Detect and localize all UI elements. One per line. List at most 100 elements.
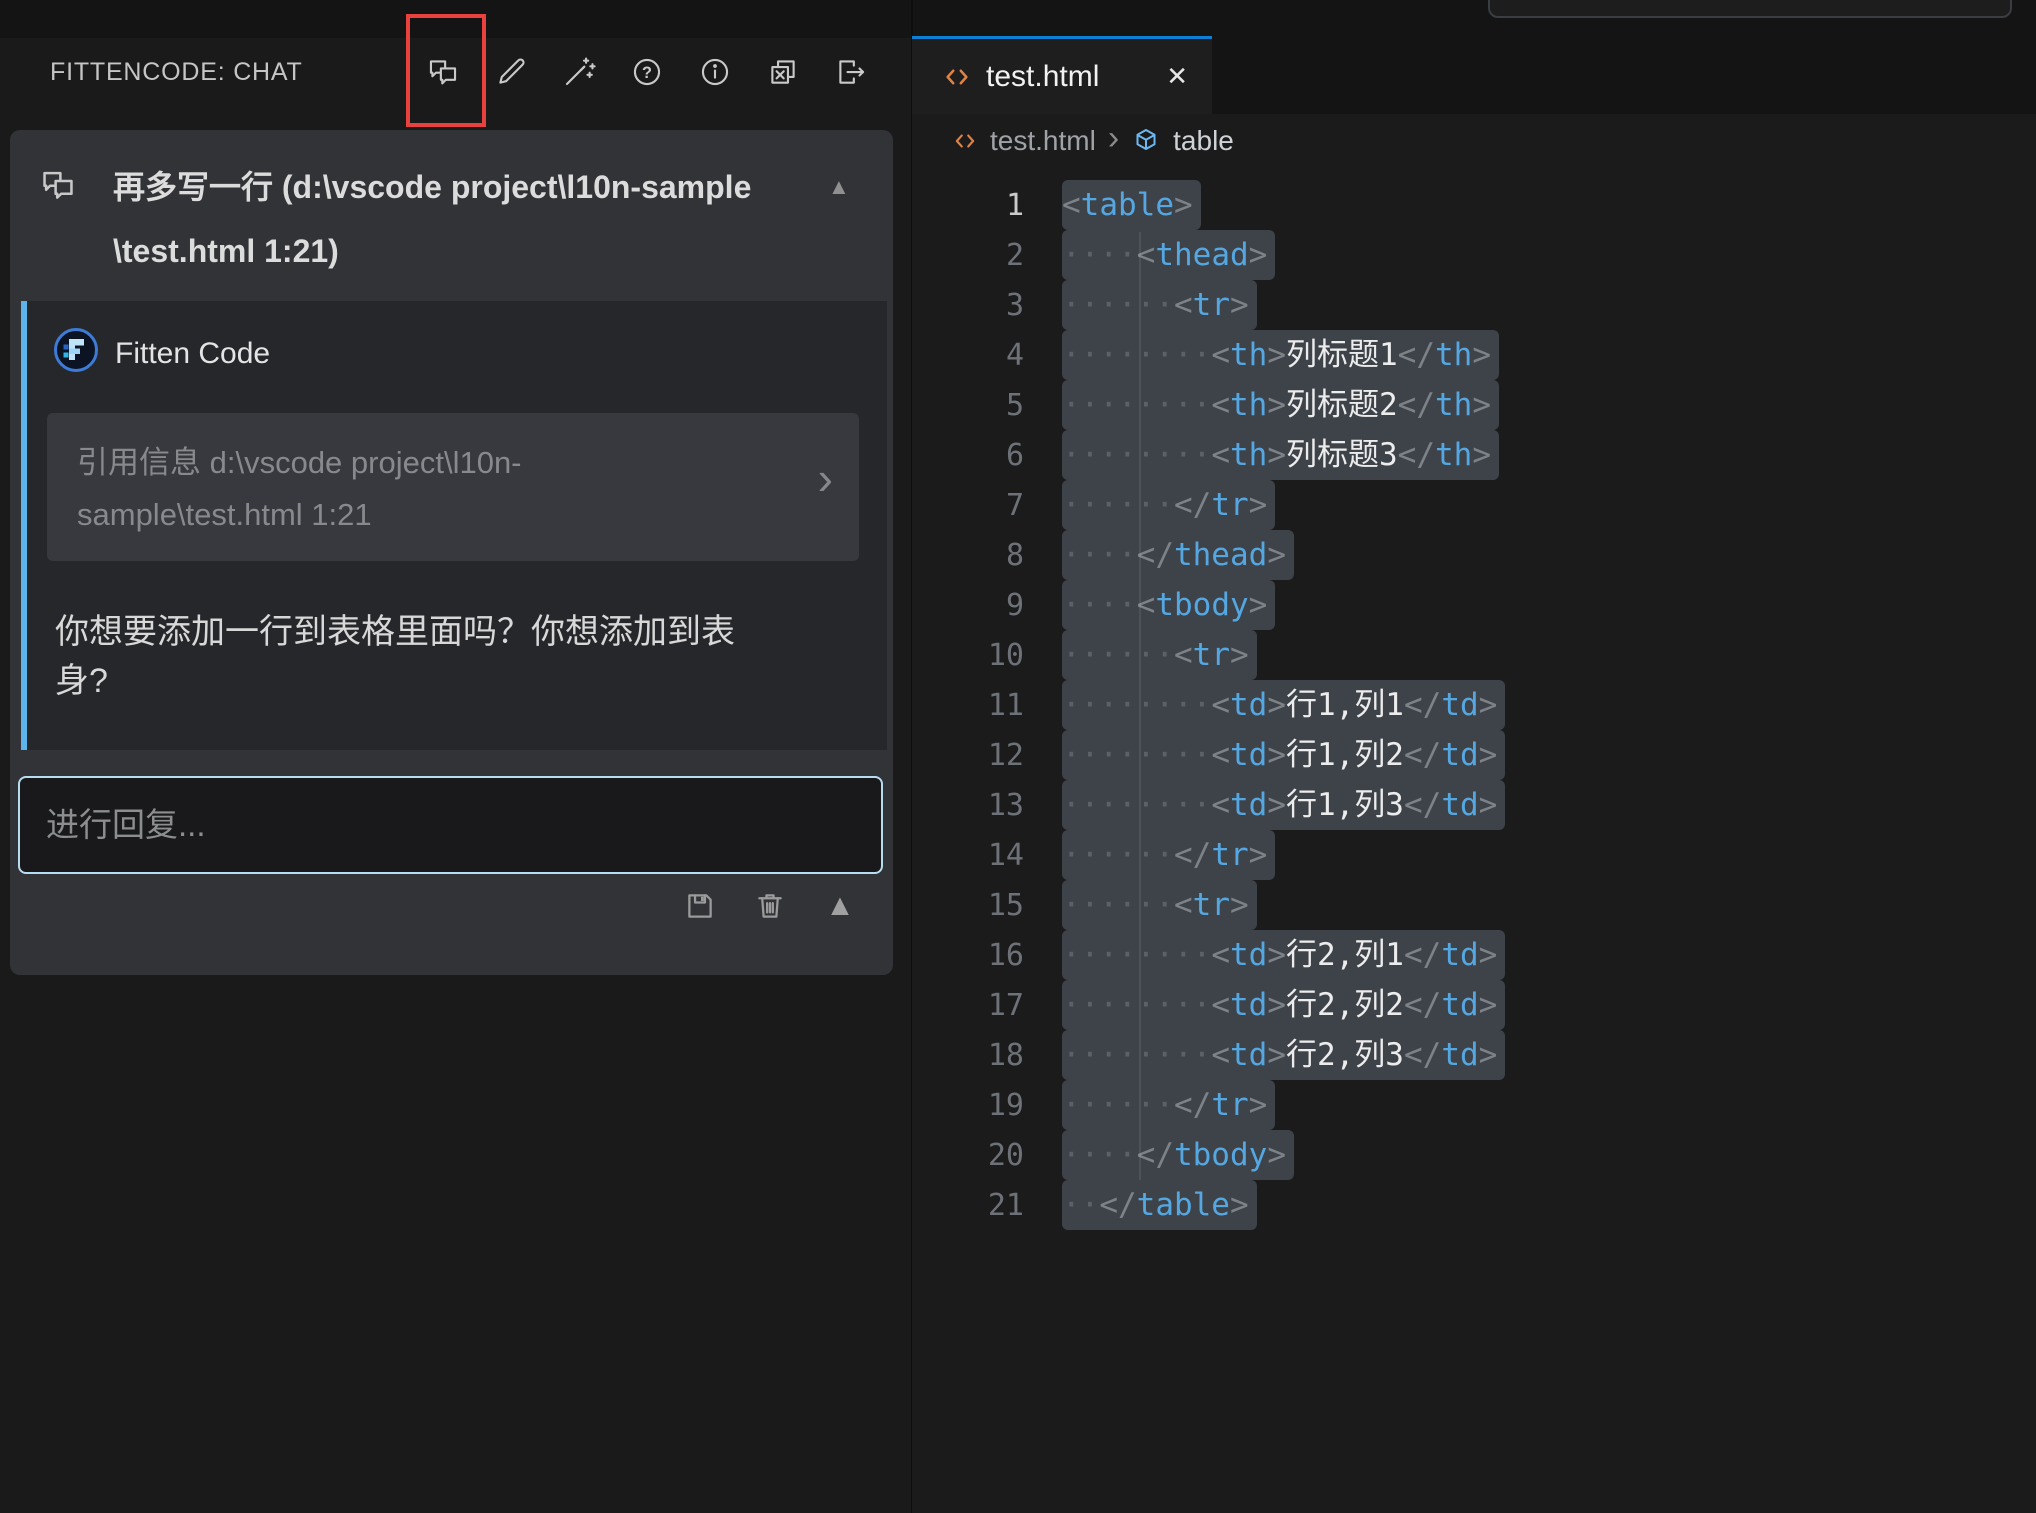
line-number: 20 bbox=[912, 1138, 1024, 1173]
code-text: ····</tbody> bbox=[1062, 1130, 1294, 1180]
whitespace-dots: ········ bbox=[1062, 687, 1211, 723]
save-chat-button[interactable] bbox=[682, 888, 718, 924]
code-text: ······</tr> bbox=[1062, 480, 1275, 530]
whitespace-dots: ···· bbox=[1062, 237, 1137, 273]
reference-info-text: 引用信息 d:\vscode project\l10n- sample\test… bbox=[77, 437, 737, 541]
wand-icon bbox=[562, 55, 596, 89]
assistant-name: Fitten Code bbox=[115, 337, 270, 371]
help-button[interactable]: ? bbox=[629, 54, 665, 90]
code-line[interactable]: 7 ······</tr> bbox=[912, 480, 2036, 530]
whitespace-dots: ···· bbox=[1062, 537, 1137, 573]
code-lines: 1<table>2····<thead>3······<tr>4········… bbox=[912, 180, 2036, 1230]
line-number: 2 bbox=[912, 238, 1024, 273]
code-line[interactable]: 21··</table> bbox=[912, 1180, 2036, 1230]
code-line[interactable]: 3······<tr> bbox=[912, 280, 2036, 330]
breadcrumb: test.html › table bbox=[912, 114, 2036, 168]
sidebar-title: FITTENCODE: CHAT bbox=[50, 58, 303, 87]
line-number: 7 bbox=[912, 488, 1024, 523]
svg-text:?: ? bbox=[642, 64, 652, 82]
submit-triangle-icon: ▲ bbox=[825, 888, 855, 924]
reply-input-box bbox=[18, 776, 883, 874]
code-line[interactable]: 11 ········<td>行1,列1</td> bbox=[912, 680, 2036, 730]
code-line[interactable]: 17········<td>行2,列2</td> bbox=[912, 980, 2036, 1030]
symbol-cube-icon bbox=[1131, 126, 1161, 156]
line-number: 17 bbox=[912, 988, 1024, 1023]
code-line[interactable]: 16········<td>行2,列1</td> bbox=[912, 930, 2036, 980]
indent-guide bbox=[1139, 232, 1141, 1180]
whitespace-dots: ········ bbox=[1062, 337, 1211, 373]
code-text: ······</tr> bbox=[1062, 830, 1275, 880]
tab-test-html[interactable]: test.html ✕ bbox=[912, 36, 1212, 114]
code-line[interactable]: 6········<th>列标题3</th> bbox=[912, 430, 2036, 480]
question-icon: ? bbox=[630, 55, 664, 89]
reference-info-box[interactable]: 引用信息 d:\vscode project\l10n- sample\test… bbox=[47, 413, 859, 561]
line-number: 19 bbox=[912, 1088, 1024, 1123]
code-text: ········<td>行2,列3</td> bbox=[1062, 1030, 1505, 1080]
code-text: ········<td>行1,列1</td> bbox=[1062, 680, 1505, 730]
whitespace-dots: ······ bbox=[1062, 637, 1174, 673]
code-line[interactable]: 2 ····<thead> bbox=[912, 230, 2036, 280]
submit-reply-button[interactable]: ▲ bbox=[822, 888, 858, 924]
html-file-icon bbox=[952, 128, 978, 154]
chevron-right-icon[interactable]: › bbox=[818, 455, 833, 501]
sign-out-button[interactable] bbox=[833, 54, 869, 90]
reply-input[interactable] bbox=[20, 778, 881, 872]
code-line[interactable]: 19 ······</tr> bbox=[912, 1080, 2036, 1130]
tab-close-icon[interactable]: ✕ bbox=[1166, 61, 1188, 92]
code-line[interactable]: 10······<tr> bbox=[912, 630, 2036, 680]
whitespace-dots: ········ bbox=[1062, 987, 1211, 1023]
code-line[interactable]: 12 ········<td>行1,列2</td> bbox=[912, 730, 2036, 780]
trash-icon bbox=[753, 889, 787, 923]
session-title-line2: \test.html 1:21) bbox=[113, 219, 819, 283]
line-number: 13 bbox=[912, 788, 1024, 823]
html-file-icon bbox=[942, 62, 972, 92]
code-line[interactable]: 4 ········<th>列标题1</th> bbox=[912, 330, 2036, 380]
command-center-box[interactable] bbox=[1488, 0, 2012, 18]
code-text: ······</tr> bbox=[1062, 1080, 1275, 1130]
code-line[interactable]: 13 ········<td>行1,列3</td> bbox=[912, 780, 2036, 830]
delete-chat-button[interactable] bbox=[752, 888, 788, 924]
code-text: ····<thead> bbox=[1062, 230, 1275, 280]
tab-label: test.html bbox=[986, 60, 1099, 94]
code-line[interactable]: 18········<td>行2,列3</td> bbox=[912, 1030, 2036, 1080]
code-line[interactable]: 15······<tr> bbox=[912, 880, 2036, 930]
fitten-code-logo-icon bbox=[53, 327, 99, 373]
line-number: 6 bbox=[912, 438, 1024, 473]
whitespace-dots: ······ bbox=[1062, 1087, 1174, 1123]
whitespace-dots: ···· bbox=[1062, 1137, 1137, 1173]
code-line[interactable]: 5········<th>列标题2</th> bbox=[912, 380, 2036, 430]
line-number: 11 bbox=[912, 688, 1024, 723]
breadcrumb-file[interactable]: test.html bbox=[990, 125, 1096, 157]
session-chat-icon bbox=[38, 166, 78, 209]
sign-out-icon bbox=[834, 55, 868, 89]
chat-session-card: 再多写一行 (d:\vscode project\l10n-sample \te… bbox=[10, 130, 893, 975]
code-text: ········<th>列标题2</th> bbox=[1062, 380, 1499, 430]
whitespace-dots: ········ bbox=[1062, 1037, 1211, 1073]
code-line[interactable]: 8 ····</thead> bbox=[912, 530, 2036, 580]
line-number: 8 bbox=[912, 538, 1024, 573]
line-number: 15 bbox=[912, 888, 1024, 923]
line-number: 12 bbox=[912, 738, 1024, 773]
code-text: ········<th>列标题1</th> bbox=[1062, 330, 1499, 380]
session-title[interactable]: 再多写一行 (d:\vscode project\l10n-sample \te… bbox=[113, 155, 819, 283]
edit-button[interactable] bbox=[493, 54, 529, 90]
whitespace-dots: ········ bbox=[1062, 437, 1211, 473]
code-text: ······<tr> bbox=[1062, 630, 1257, 680]
magic-wand-button[interactable] bbox=[561, 54, 597, 90]
code-line[interactable]: 20 ····</tbody> bbox=[912, 1130, 2036, 1180]
code-text: ········<td>行1,列2</td> bbox=[1062, 730, 1505, 780]
info-button[interactable] bbox=[697, 54, 733, 90]
whitespace-dots: ······ bbox=[1062, 887, 1174, 923]
whitespace-dots: ·· bbox=[1062, 1187, 1099, 1223]
close-all-button[interactable] bbox=[765, 54, 801, 90]
code-text: <table> bbox=[1062, 180, 1201, 230]
breadcrumb-symbol[interactable]: table bbox=[1173, 125, 1234, 157]
collapse-session-button[interactable]: ▲ bbox=[828, 174, 850, 200]
code-text: ········<td>行1,列3</td> bbox=[1062, 780, 1505, 830]
code-line[interactable]: 1<table> bbox=[912, 180, 2036, 230]
code-line[interactable]: 9····<tbody> bbox=[912, 580, 2036, 630]
code-line[interactable]: 14······</tr> bbox=[912, 830, 2036, 880]
line-number: 4 bbox=[912, 338, 1024, 373]
breadcrumb-separator-icon: › bbox=[1108, 124, 1119, 152]
code-text: ····</thead> bbox=[1062, 530, 1294, 580]
